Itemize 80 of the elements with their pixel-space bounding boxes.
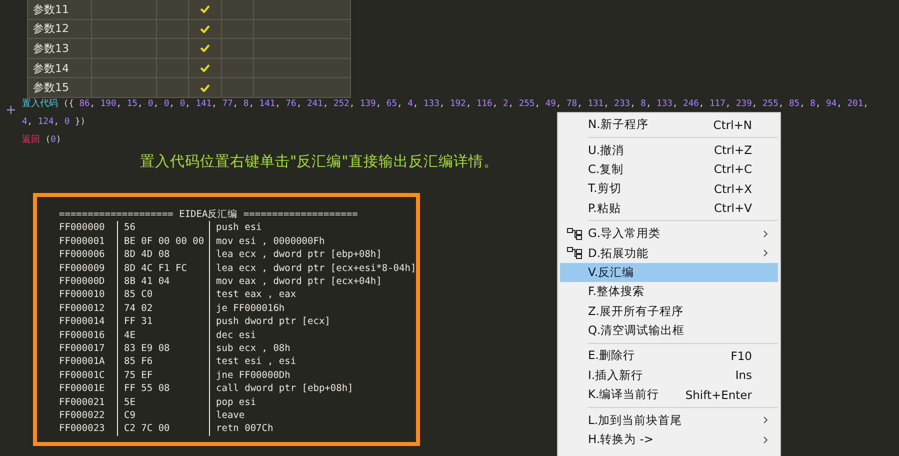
address-text: FF000017 [59, 342, 106, 356]
menu-item[interactable]: V.反汇编 [560, 262, 778, 282]
expand-marker[interactable]: + [6, 104, 16, 146]
bytes-text: 5E [117, 396, 209, 410]
check-icon [200, 24, 210, 33]
bytes-text: FF 55 08 [117, 382, 209, 396]
address-text: FF000023 [59, 422, 106, 436]
bytes-text: 8D 4C F1 FC [117, 262, 209, 275]
menu-item[interactable]: Z.展开所有子程序 [560, 302, 778, 321]
address-text: FF000000 [59, 221, 106, 235]
check-icon [200, 64, 210, 72]
instruction-text: lea ecx , dword ptr [ebp+08h] [209, 248, 416, 262]
bytes-text: 83 E9 08 [117, 342, 209, 356]
address-text: FF00001C [59, 368, 106, 382]
code-line: 返回 (0) [22, 134, 62, 146]
bytes-text: C9 [117, 409, 209, 422]
bytes-text: 4E [117, 328, 209, 342]
bytes-text: 85 C0 [117, 288, 209, 302]
bytes-text: 8D 4D 08 [117, 248, 209, 262]
address-text: FF000014 [59, 315, 106, 329]
instruction-text: mov eax , dword ptr [ecx+04h] [209, 275, 416, 288]
menu-item[interactable]: D.拓展功能 [560, 243, 778, 263]
bytes-text: 56 [117, 221, 209, 235]
menu-item[interactable]: P.粘贴 Ctrl+V [560, 198, 778, 218]
instruction-text: test eax , eax [209, 288, 416, 302]
code-line: 置入代码 ({ 86, 190, 15, 0, 0, 0, 141, 77, 8, 141, 76, 241, 252, 139, 65, 4, 133, 192, 116, 2, 255, 49, 78, 131, 233, 8, 133, 246, 117, 239, 255, 85, 8, 94, 201, [22, 98, 868, 110]
menu-item[interactable]: G.导入常用类 [560, 224, 778, 244]
instruction-text: retn 007Ch [209, 422, 416, 436]
address-text: FF000010 [59, 288, 106, 302]
disassembly-header: ==================== EIDEA反汇编 ==================== [59, 208, 359, 222]
bytes-text: 75 EF [117, 368, 209, 382]
address-text: FF000021 [59, 396, 106, 410]
instruction-text: jne FF00000Dh [209, 368, 416, 382]
menu-item[interactable]: U.撤消 Ctrl+Z [560, 140, 778, 160]
bytes-text: C2 7C 00 [117, 422, 209, 436]
instruction-text: call dword ptr [ebp+08h] [209, 382, 416, 396]
instruction-text: je FF000016h [209, 302, 416, 316]
instruction-text: dec esi [209, 328, 416, 342]
address-text: FF000009 [59, 262, 106, 275]
code-line: 4, 124, 0 }) [22, 116, 86, 128]
annotation-text: 置入代码位置右键单击"反汇编"直接输出反汇编详情。 [140, 152, 498, 171]
table-cell: 参数15 [28, 78, 92, 98]
bytes-text: FF 31 [117, 315, 209, 329]
bytes-text: BE 0F 00 00 00 [117, 234, 209, 248]
address-text: FF00000D [59, 275, 106, 288]
instruction-text: pop esi [209, 396, 416, 410]
menu-item[interactable]: N.新子程序 Ctrl+N [560, 115, 778, 134]
menu-item[interactable]: H.转换为 -> [560, 430, 778, 450]
bytes-text: 85 F6 [117, 355, 209, 369]
menu-item[interactable]: F.整体搜索 [560, 282, 778, 302]
instruction-text: push esi [209, 221, 416, 235]
address-text: FF000001 [59, 234, 106, 248]
address-text: FF000016 [59, 328, 106, 342]
bytes-text: 74 02 [117, 302, 209, 316]
check-icon [200, 44, 210, 52]
menu-item[interactable]: T.剪切 Ctrl+X [560, 179, 778, 199]
check-icon [200, 5, 210, 14]
instruction-text: sub ecx , 08h [209, 342, 416, 356]
menu-item[interactable]: C.复制 Ctrl+C [560, 160, 778, 180]
menu-item[interactable]: L.加到当前块首尾 [560, 410, 778, 430]
address-text: FF000012 [59, 302, 106, 316]
address-text: FF00001E [59, 382, 106, 396]
menu-item[interactable]: K.编译当前行 Shift+Enter [560, 385, 778, 404]
instruction-text: leave [209, 409, 416, 422]
address-text: FF000022 [59, 409, 106, 422]
table-cell: 参数13 [28, 39, 92, 59]
table-cell: 参数11 [28, 0, 92, 20]
table-cell: 参数14 [28, 58, 92, 78]
instruction-text: lea ecx , dword ptr [ecx+esi*8-04h] [209, 262, 416, 275]
instruction-text: test esi , esi [209, 355, 416, 369]
menu-item[interactable]: Q.清空调试输出框 [560, 320, 778, 340]
check-icon [200, 84, 210, 92]
instruction-text: mov esi , 0000000Fh [209, 234, 416, 248]
menu-item[interactable]: I.插入新行 Ins [560, 366, 778, 386]
address-text: FF000006 [59, 248, 106, 262]
instruction-text: push dword ptr [ecx] [209, 315, 416, 329]
bytes-text: 8B 41 04 [117, 275, 209, 288]
address-text: FF00001A [59, 355, 106, 369]
menu-item[interactable]: E.删除行 F10 [560, 346, 778, 366]
table-cell: 参数12 [28, 20, 92, 40]
